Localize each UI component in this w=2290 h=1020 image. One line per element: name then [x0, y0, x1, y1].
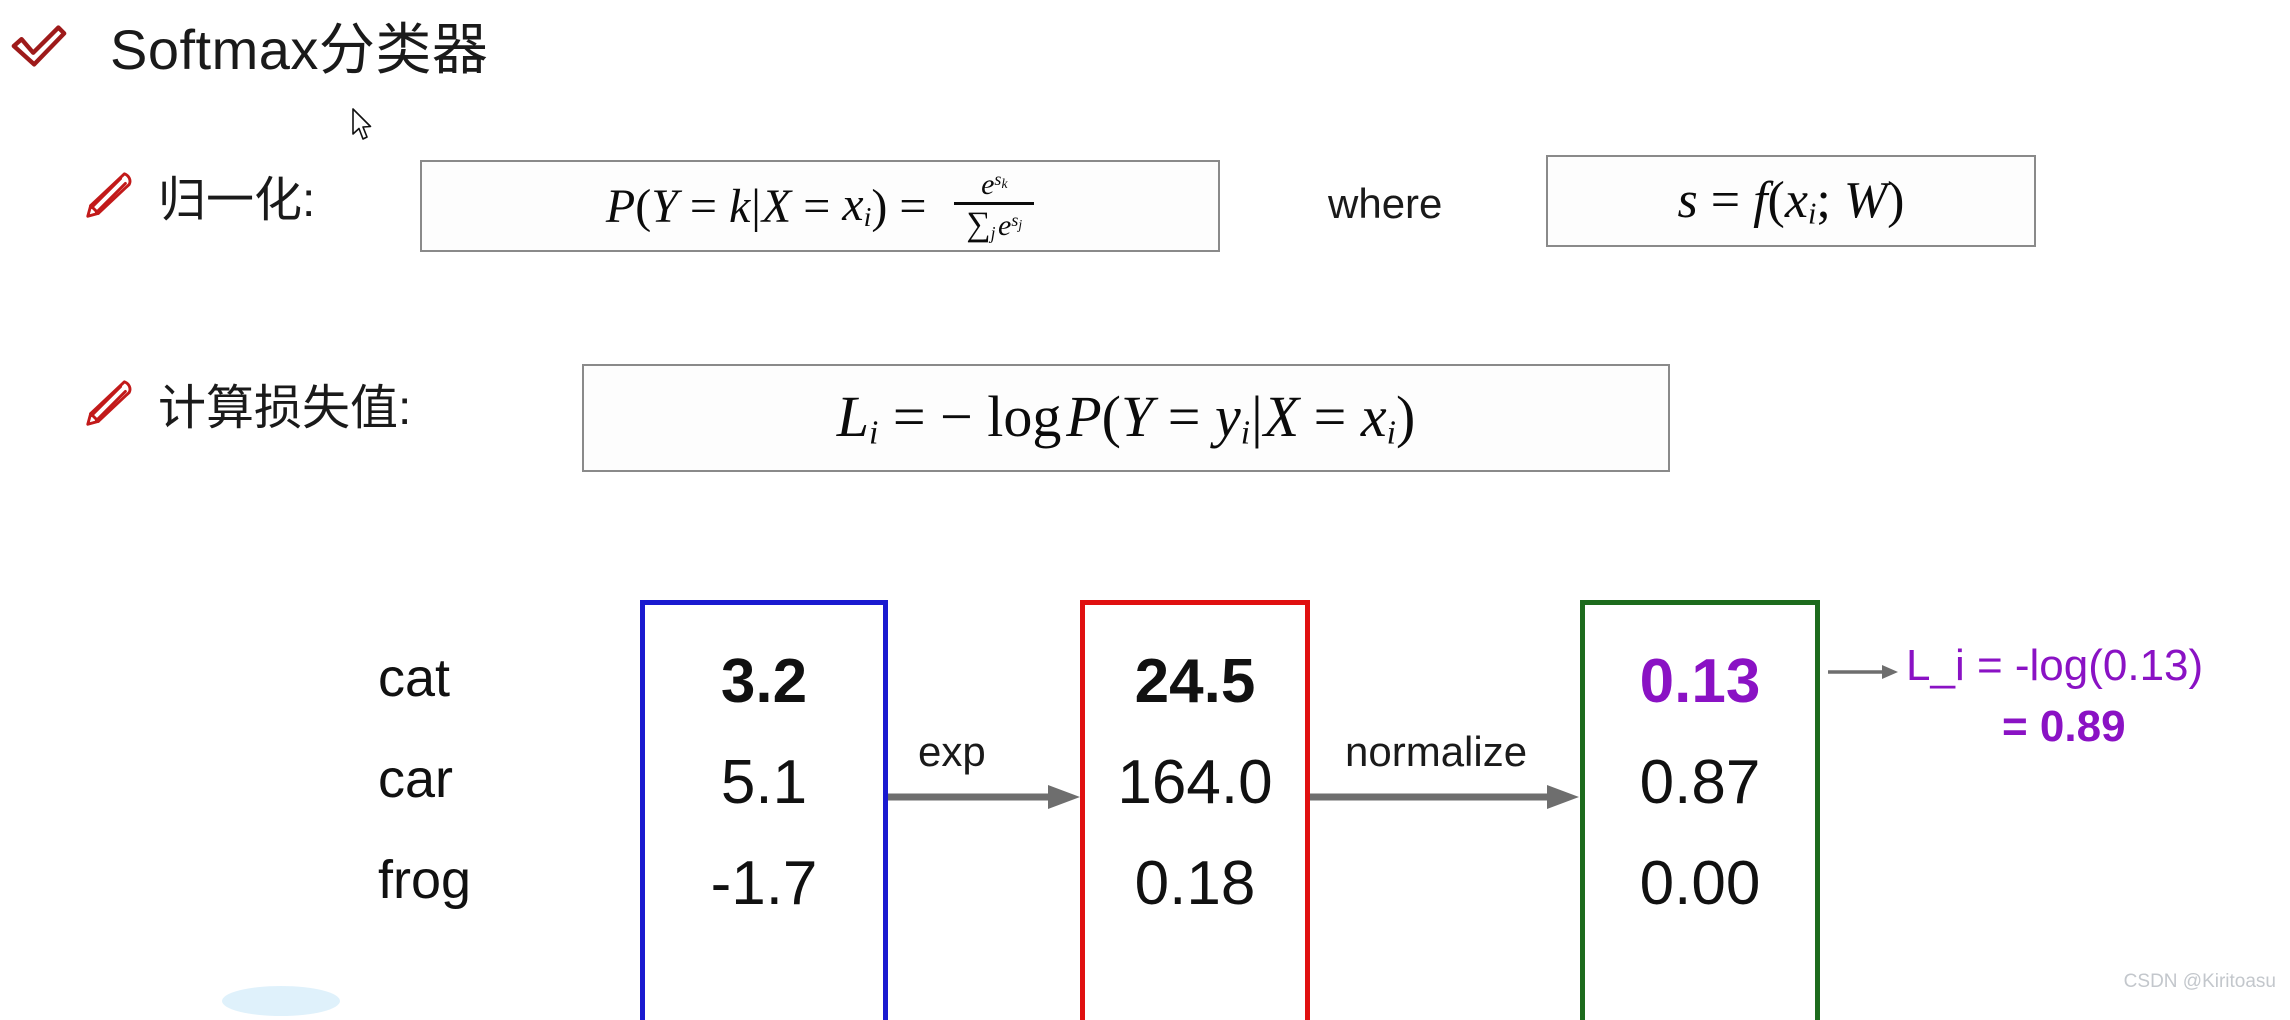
loss-arrow-icon: [1828, 665, 1898, 679]
exp-column-box: 24.5 164.0 0.18: [1080, 600, 1310, 1020]
class-label-frog: frog: [378, 850, 472, 910]
scores-value-cat: 3.2: [720, 647, 808, 716]
probability-value-cat: 0.13: [1639, 647, 1761, 716]
class-label-list: cat car frog: [378, 628, 588, 931]
normalize-arrow-icon: [1310, 785, 1579, 809]
exp-arrow-icon: [888, 785, 1080, 809]
probability-value-frog: 0.00: [1639, 849, 1761, 918]
scores-column-box: 3.2 5.1 -1.7: [640, 600, 888, 1020]
scores-value-frog: -1.7: [710, 849, 818, 918]
blue-highlight-blob: [222, 986, 340, 1016]
scores-value-car: 5.1: [720, 748, 808, 817]
watermark: CSDN @Kiritoasu: [2123, 971, 2276, 992]
loss-annotation-line-1: L_i = -log(0.13): [1906, 641, 2204, 690]
normalize-arrow-label: normalize: [1345, 728, 1528, 775]
loss-annotation: L_i = -log(0.13) = 0.89: [1906, 638, 2276, 754]
exp-arrow-label: exp: [918, 728, 986, 775]
probability-value-car: 0.87: [1639, 748, 1761, 817]
exp-value-car: 164.0: [1117, 748, 1273, 817]
softmax-pipeline-diagram: cat car frog 3.2 5.1 -1.7 exp 24.5 164.0…: [0, 0, 2290, 1020]
loss-annotation-line-2: = 0.89: [2002, 702, 2126, 751]
exp-value-cat: 24.5: [1134, 647, 1256, 716]
exp-value-frog: 0.18: [1134, 849, 1256, 918]
probabilities-column-box: 0.13 0.87 0.00: [1580, 600, 1820, 1020]
class-label-cat: cat: [378, 648, 451, 708]
class-label-car: car: [378, 749, 454, 809]
